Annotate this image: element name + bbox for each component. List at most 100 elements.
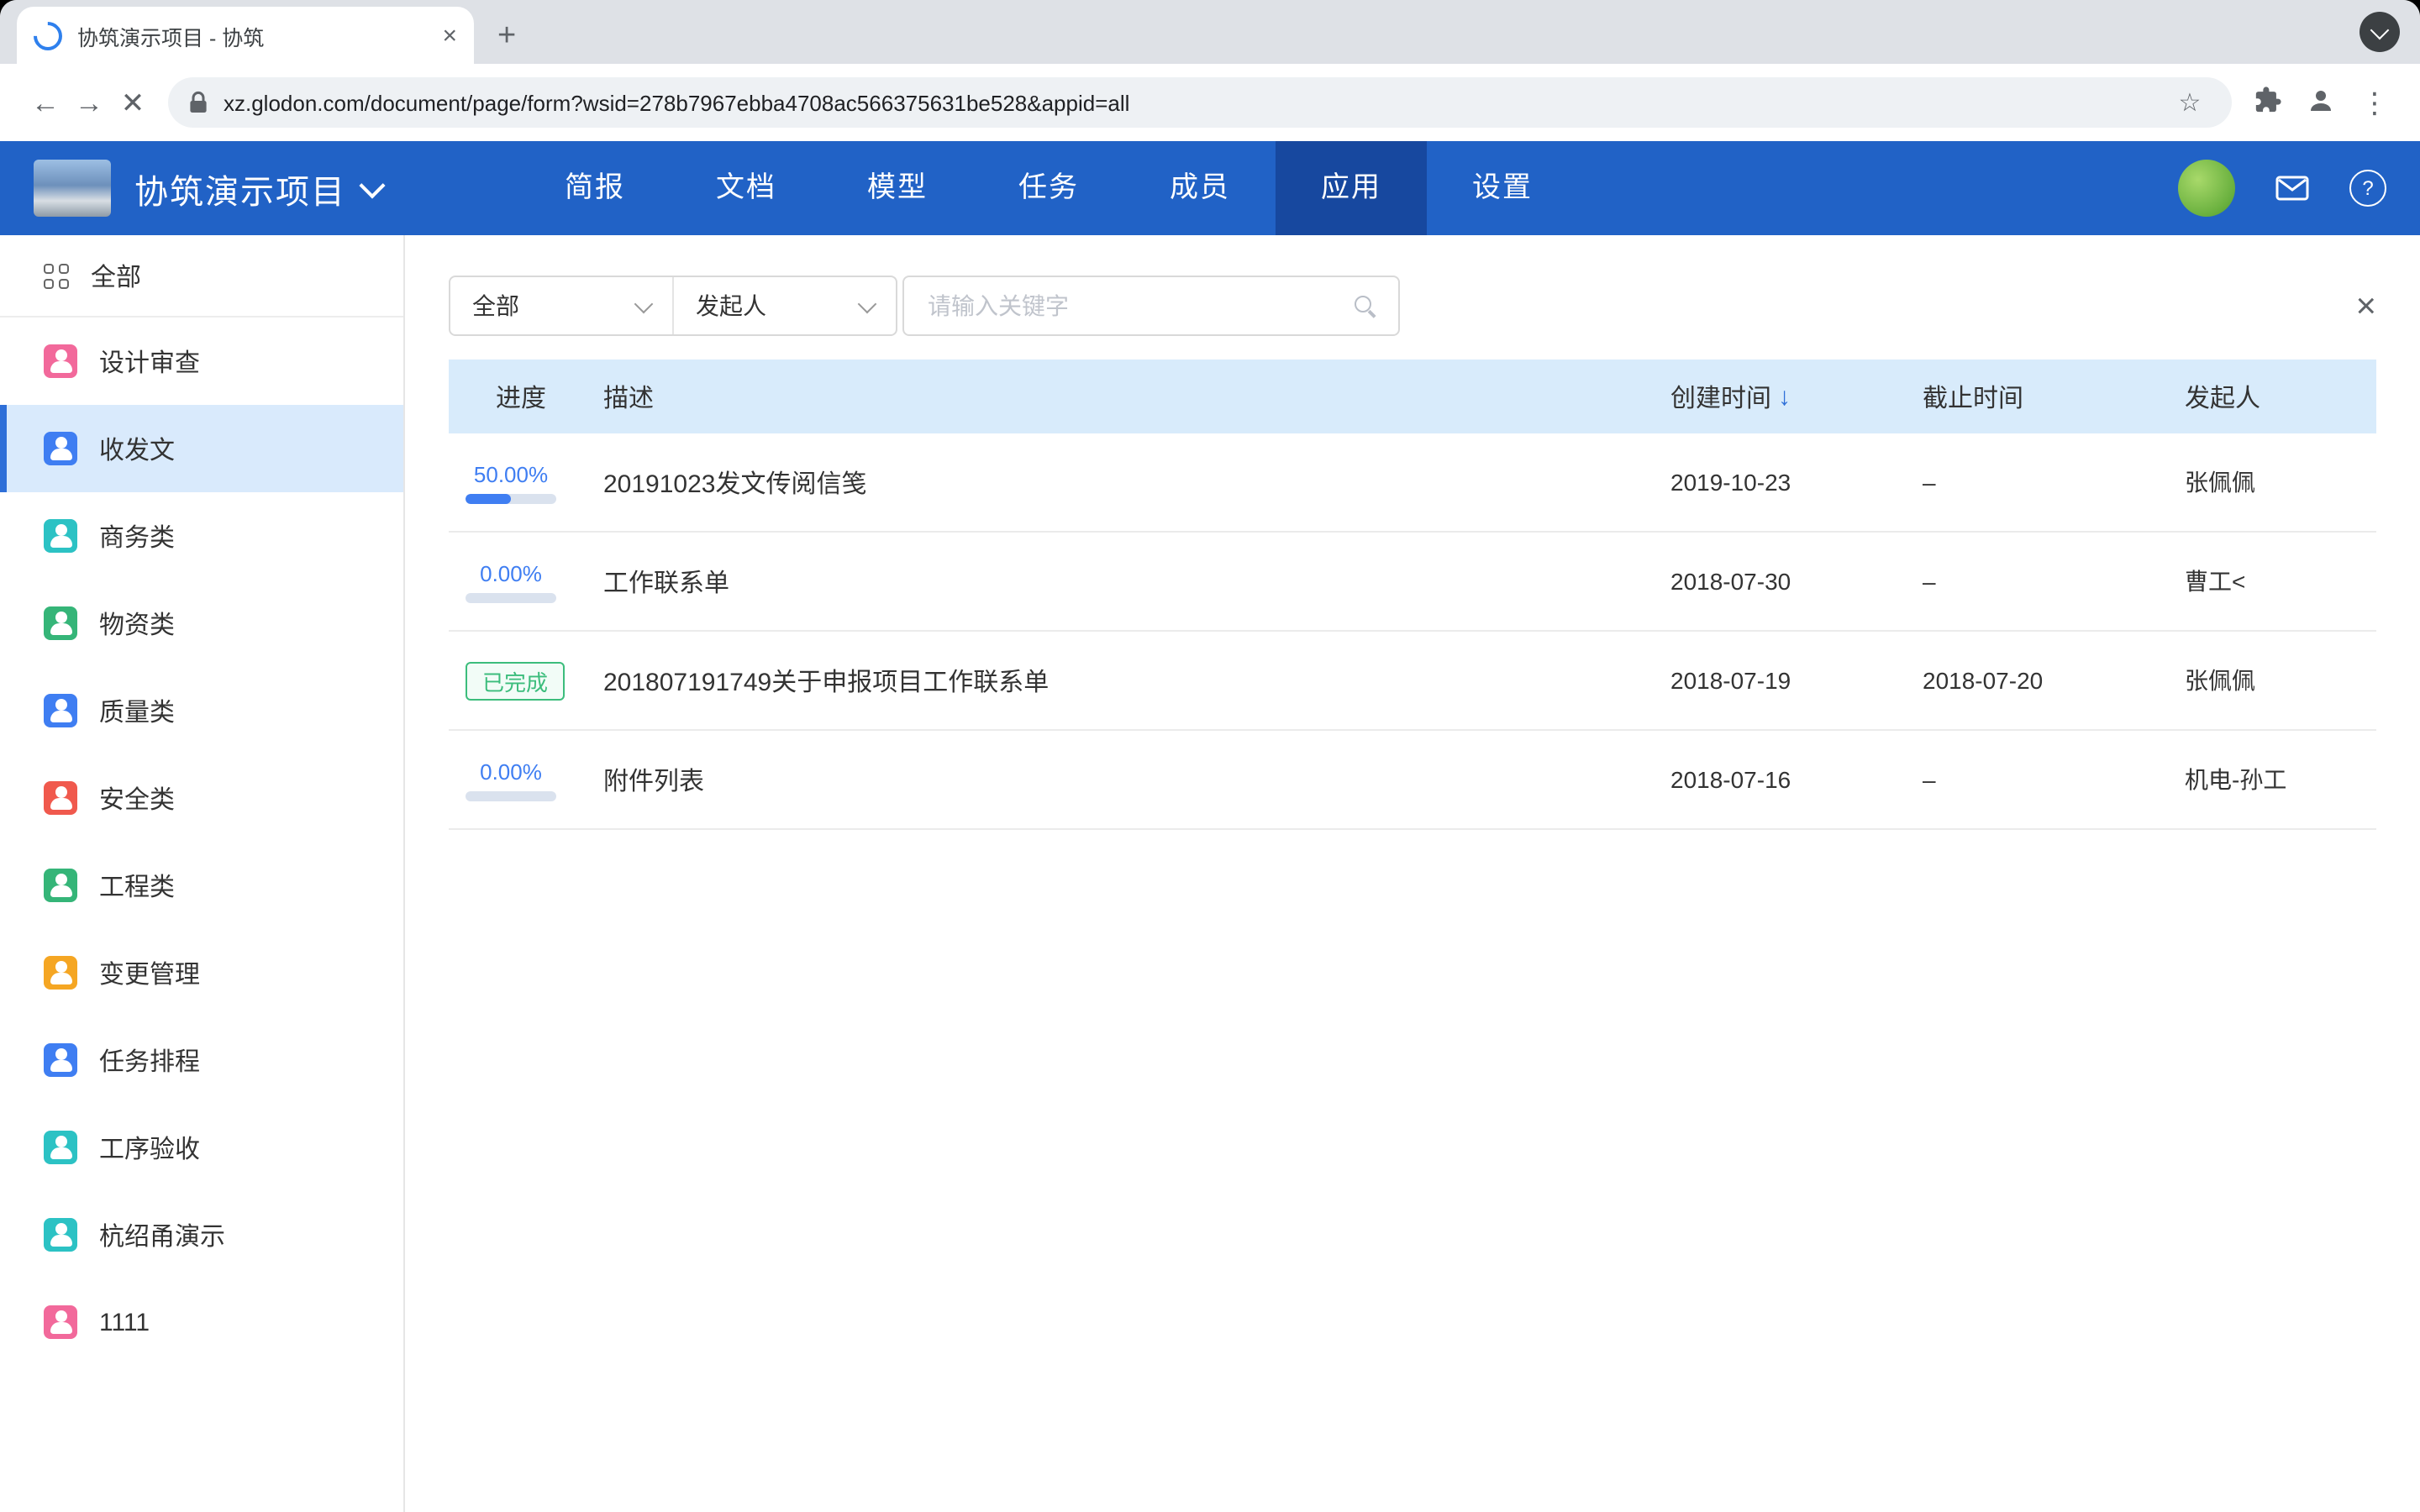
row-description: 工作联系单 (597, 564, 1637, 599)
table-body: 50.00%20191023发文传阅信笺2019-10-23–张佩佩0.00%工… (449, 433, 2376, 830)
sidebar-item-label: 商务类 (99, 518, 175, 554)
sort-desc-icon[interactable]: ↓ (1778, 382, 1791, 411)
status-badge: 已完成 (466, 661, 565, 700)
chevron-down-icon (634, 294, 654, 313)
address-bar[interactable]: xz.glodon.com/document/page/form?wsid=27… (168, 77, 2232, 128)
sidebar-all-label: 全部 (91, 258, 141, 293)
table-row[interactable]: 50.00%20191023发文传阅信笺2019-10-23–张佩佩 (449, 433, 2376, 533)
search-box[interactable] (902, 276, 1400, 336)
scale-wrapper: 协筑演示项目 - 协筑 × + ← → ✕ xz.glodon.com/docu… (0, 0, 2420, 1512)
browser-tab[interactable]: 协筑演示项目 - 协筑 × (17, 7, 474, 64)
sidebar-item-label: 物资类 (99, 606, 175, 641)
nav-item[interactable]: 模型 (822, 141, 973, 235)
user-avatar[interactable] (2178, 160, 2235, 217)
chevron-down-icon (858, 294, 877, 313)
browser-window: 协筑演示项目 - 协筑 × + ← → ✕ xz.glodon.com/docu… (0, 0, 2420, 1512)
forward-button[interactable]: → (67, 88, 111, 117)
row-progress-cell: 0.00% (449, 560, 597, 602)
sidebar-item[interactable]: 变更管理 (0, 929, 403, 1016)
menu-kebab-icon[interactable]: ⋮ (2353, 88, 2396, 117)
row-description: 20191023发文传阅信笺 (597, 465, 1637, 500)
row-deadline-date: – (1889, 469, 2141, 496)
sidebar-item-label: 工程类 (99, 868, 175, 903)
new-tab-button[interactable]: + (497, 20, 516, 52)
sidebar-item[interactable]: 收发文 (0, 405, 403, 492)
nav-item[interactable]: 设置 (1427, 141, 1578, 235)
category-icon (44, 694, 77, 727)
sidebar-item[interactable]: 商务类 (0, 492, 403, 580)
tab-search-button[interactable] (2360, 12, 2400, 52)
sidebar-item[interactable]: 物资类 (0, 580, 403, 667)
project-logo (34, 160, 111, 217)
tab-close-icon[interactable]: × (442, 23, 457, 48)
grid-icon (44, 263, 69, 288)
column-header[interactable]: 创建时间↓ (1637, 379, 1889, 414)
sidebar-item[interactable]: 1111 (0, 1278, 403, 1366)
category-icon (44, 1305, 77, 1339)
table-row[interactable]: 0.00%工作联系单2018-07-30–曹工< (449, 533, 2376, 632)
sidebar-item-all[interactable]: 全部 (0, 235, 403, 318)
sidebar-item[interactable]: 质量类 (0, 667, 403, 754)
table-row[interactable]: 0.00%附件列表2018-07-16–机电-孙工 (449, 731, 2376, 830)
sidebar: 全部 设计审查收发文商务类物资类质量类安全类工程类变更管理任务排程工序验收杭绍甬… (0, 235, 405, 1512)
row-description: 201807191749关于申报项目工作联系单 (597, 663, 1637, 698)
site-favicon-icon (28, 15, 68, 55)
profile-icon[interactable] (2299, 85, 2343, 120)
browser-tab-strip: 协筑演示项目 - 协筑 × + (0, 0, 2420, 64)
row-progress-cell: 50.00% (449, 461, 597, 503)
column-header: 发起人 (2141, 379, 2376, 414)
bookmark-star-icon[interactable]: ☆ (2168, 90, 2212, 115)
category-icon (44, 869, 77, 902)
category-icon (44, 1043, 77, 1077)
search-input[interactable] (924, 291, 1339, 321)
row-initiator: 张佩佩 (2141, 664, 2376, 697)
column-header: 描述 (597, 379, 1637, 414)
main-content: 全部 发起人 × 进度描述创建时间↓截止时间发起人 50.00%20191023… (405, 235, 2420, 1512)
stop-button[interactable]: ✕ (111, 88, 155, 117)
help-icon[interactable]: ? (2349, 170, 2386, 207)
page-layout: 全部 设计审查收发文商务类物资类质量类安全类工程类变更管理任务排程工序验收杭绍甬… (0, 235, 2420, 1512)
row-progress-cell: 已完成 (449, 661, 597, 700)
row-deadline-date: 2018-07-20 (1889, 667, 2141, 694)
nav-item[interactable]: 应用 (1276, 141, 1427, 235)
toolbar-right: ⋮ (2245, 85, 2396, 120)
nav-item[interactable]: 成员 (1124, 141, 1276, 235)
row-created-date: 2018-07-30 (1637, 568, 1889, 595)
column-header: 截止时间 (1889, 379, 2141, 414)
app-header: 协筑演示项目 简报文档模型任务成员应用设置 ? (0, 141, 2420, 235)
search-icon[interactable] (1353, 293, 1378, 318)
sidebar-item[interactable]: 设计审查 (0, 318, 403, 405)
extensions-puzzle-icon[interactable] (2245, 86, 2289, 119)
sidebar-item[interactable]: 杭绍甬演示 (0, 1191, 403, 1278)
project-switcher-chevron-icon[interactable] (359, 171, 385, 197)
progress-indicator: 0.00% (466, 759, 556, 801)
category-icon (44, 956, 77, 990)
sidebar-item[interactable]: 任务排程 (0, 1016, 403, 1104)
sidebar-item[interactable]: 安全类 (0, 754, 403, 842)
filter-bar: 全部 发起人 × (449, 276, 2376, 336)
sidebar-item-label: 任务排程 (99, 1042, 200, 1078)
mail-icon[interactable] (2275, 175, 2309, 202)
sidebar-item[interactable]: 工程类 (0, 842, 403, 929)
filter-dropdown-group: 全部 发起人 (449, 276, 897, 336)
progress-indicator: 50.00% (466, 461, 556, 503)
sidebar-item[interactable]: 工序验收 (0, 1104, 403, 1191)
progress-percent-label: 0.00% (480, 560, 542, 585)
close-panel-icon[interactable]: × (2355, 288, 2376, 323)
category-icon (44, 344, 77, 378)
category-icon (44, 781, 77, 815)
row-created-date: 2018-07-16 (1637, 766, 1889, 793)
table-row[interactable]: 已完成 201807191749关于申报项目工作联系单2018-07-192018… (449, 632, 2376, 731)
nav-item[interactable]: 简报 (519, 141, 671, 235)
category-dropdown[interactable]: 全部 (450, 277, 672, 334)
nav-item[interactable]: 任务 (973, 141, 1124, 235)
lock-icon (188, 91, 208, 114)
initiator-dropdown[interactable]: 发起人 (672, 277, 896, 334)
back-button[interactable]: ← (24, 88, 67, 117)
sidebar-item-label: 1111 (99, 1308, 150, 1336)
sidebar-item-label: 安全类 (99, 780, 175, 816)
row-created-date: 2018-07-19 (1637, 667, 1889, 694)
row-deadline-date: – (1889, 766, 2141, 793)
initiator-dropdown-value: 发起人 (696, 289, 766, 323)
nav-item[interactable]: 文档 (671, 141, 822, 235)
